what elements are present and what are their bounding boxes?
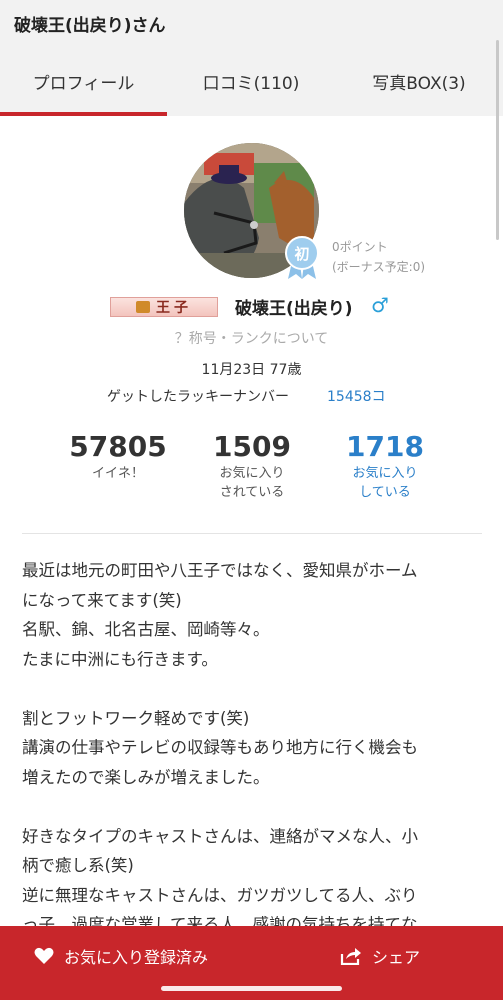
favorite-button[interactable]: お気に入り登録済み [34, 944, 208, 968]
bio-line: 割とフットワーク軽めです(笑) [22, 708, 250, 728]
tab-photo-box[interactable]: 写真BOX(3) [335, 46, 503, 116]
bio-blank-line [22, 792, 482, 822]
stat-likes-value: 57805 [69, 430, 167, 463]
rank-badge-label: 初 [294, 245, 309, 263]
section-divider [22, 533, 482, 534]
rank-badge: 初 [285, 236, 319, 280]
share-button-label: シェア [372, 948, 421, 967]
bio-line: 名駅、錦、北名古屋、岡崎等々。 [22, 620, 270, 639]
points-info: 0ポイント (ボーナス予定:0) [332, 237, 425, 277]
stat-likes: 57805 イイネ！ [53, 430, 183, 483]
stat-favorited-by-value: 1509 [213, 430, 291, 463]
active-tab-indicator [0, 112, 167, 116]
favorite-button-label: お気に入り登録済み [64, 948, 209, 967]
tab-bar: プロフィール 口コミ(110) 写真BOX(3) [0, 46, 503, 116]
bio-line: 好きなタイプのキャストさんは、連絡がマメな人、小 [22, 826, 418, 846]
rank-info-link[interactable]: ？称号・ランクについて [0, 328, 503, 348]
crown-icon [136, 301, 150, 313]
bio-line: 最近は地元の町田や八王子ではなく、愛知県がホーム [22, 561, 418, 580]
share-button[interactable]: シェア [340, 944, 420, 968]
heart-icon [34, 947, 54, 964]
username: 破壊王(出戻り) [235, 299, 353, 319]
home-indicator [161, 986, 342, 991]
stat-likes-label: イイネ！ [91, 466, 144, 481]
male-icon: ♂ [371, 293, 389, 317]
bio-line: 逆に無理なキャストさんは、ガツガツしてる人、ぶり [22, 885, 418, 905]
stat-favoriting-label[interactable]: お気に入り している [320, 464, 450, 502]
bio-blank-line [22, 674, 482, 704]
bio-line: 柄で癒し系(笑) [22, 856, 134, 875]
birthday-age: 11月23日 77歳 [201, 362, 302, 378]
stat-favorited-by-label: お気に入り されている [219, 466, 285, 500]
title-badge-label: 王子 [156, 300, 192, 316]
stat-favoriting-value[interactable]: 1718 [320, 430, 450, 464]
page-title: 破壊王(出戻り)さん [14, 16, 166, 36]
profile-bio: 最近は地元の町田や八王子ではなく、愛知県がホーム になって来てます(笑) 名駅、… [22, 556, 482, 940]
bio-line: 講演の仕事やテレビの収録等もあり地方に行く機会も [22, 738, 418, 757]
tab-profile[interactable]: プロフィール [0, 46, 167, 116]
bio-line: になって来てます(笑) [22, 590, 182, 610]
title-badge: 王子 [110, 297, 218, 317]
bio-line: たまに中洲にも行きます。 [22, 649, 218, 669]
top-header: 破壊王(出戻り)さん [0, 0, 503, 46]
bonus-points: (ボーナス予定:0) [332, 260, 426, 274]
tab-reviews[interactable]: 口コミ(110) [167, 46, 335, 116]
bio-line: 増えたので楽しみが増えました。 [22, 767, 270, 787]
points-value: 0ポイント [332, 240, 388, 254]
stat-favoriting[interactable]: 1718 お気に入り している [320, 430, 450, 502]
share-icon [340, 948, 361, 965]
lucky-number-label: ゲットしたラッキーナンバー [107, 389, 289, 405]
scrollbar[interactable] [496, 40, 499, 240]
lucky-number-value[interactable]: 15458コ [327, 386, 386, 406]
stat-favorited-by: 1509 お気に入り されている [187, 430, 317, 502]
